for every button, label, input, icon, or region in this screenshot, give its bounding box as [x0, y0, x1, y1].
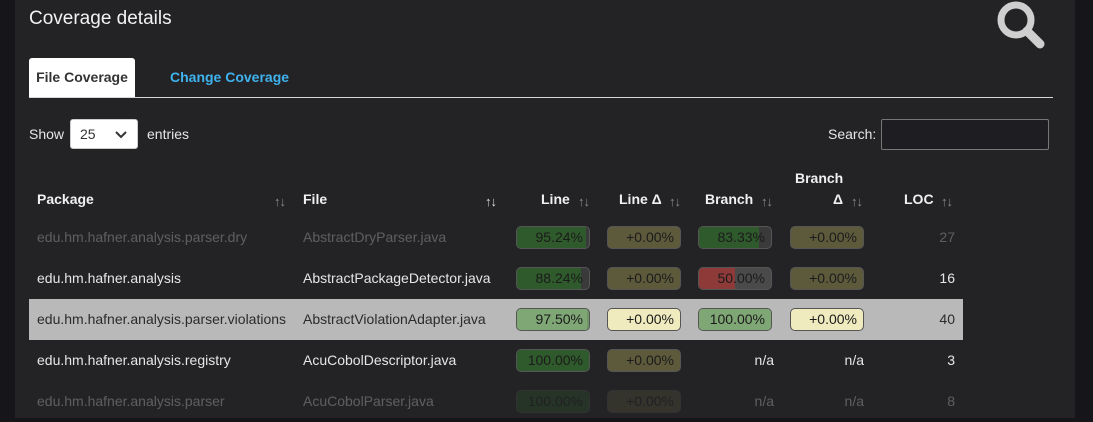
line-coverage-bar-text: 100.00%	[527, 393, 583, 409]
branch-coverage-bar-text: 83.33%	[717, 229, 765, 245]
line-coverage-bar: 100.00%	[516, 349, 590, 372]
entries-select[interactable]: 25	[70, 119, 138, 149]
sort-icon[interactable]: ↑↓	[851, 194, 863, 209]
line-coverage-bar: 97.50%	[516, 308, 590, 331]
entries-select-value: 25	[80, 126, 96, 142]
cell-file: AbstractDryParser.java	[303, 229, 447, 245]
cell-package: edu.hm.hafner.analysis.registry	[37, 352, 231, 368]
tab-file-coverage[interactable]: File Coverage	[29, 58, 135, 97]
cell-package: edu.hm.hafner.analysis.parser.violations	[37, 311, 287, 327]
col-header-branch-delta-top[interactable]: Branch	[795, 170, 843, 186]
table-row[interactable]: edu.hm.hafner.analysis.parser AcuCobolPa…	[29, 381, 963, 422]
col-header-branch-delta-bottom[interactable]: Δ	[833, 191, 843, 207]
line-coverage-bar-text: 88.24%	[535, 270, 583, 286]
loc-value: 3	[947, 352, 955, 368]
sort-icon[interactable]: ↑↓	[669, 194, 681, 209]
coverage-tabs: File Coverage Change Coverage	[29, 58, 1053, 98]
search-icon[interactable]	[992, 0, 1048, 50]
line-coverage-bar-text: 95.24%	[535, 229, 583, 245]
page-title: Coverage details	[29, 8, 172, 29]
branch-delta-badge: +0.00%	[790, 226, 864, 249]
branch-coverage-bar-text: 50.00%	[717, 270, 765, 286]
cell-file: AcuCobolParser.java	[303, 393, 434, 409]
entries-label: entries	[147, 126, 190, 142]
branch-coverage-bar: 100.00%	[698, 308, 772, 331]
col-header-package[interactable]: Package	[37, 191, 94, 207]
chevron-down-icon	[115, 131, 127, 139]
line-coverage-bar: 100.00%	[516, 390, 590, 413]
sort-icon[interactable]: ↑↓	[761, 194, 773, 209]
line-delta-badge: +0.00%	[607, 267, 681, 290]
search-input[interactable]	[881, 119, 1049, 150]
cell-file: AbstractPackageDetector.java	[303, 270, 491, 286]
branch-delta-badge: +0.00%	[790, 308, 864, 331]
sort-icon[interactable]: ↑↓	[578, 194, 590, 209]
tab-change-coverage[interactable]: Change Coverage	[153, 58, 306, 96]
branch-na: n/a	[754, 352, 774, 368]
branch-delta-badge: +0.00%	[790, 267, 864, 290]
line-coverage-bar-text: 100.00%	[527, 352, 583, 368]
loc-value: 16	[939, 270, 955, 286]
loc-value: 8	[947, 393, 955, 409]
line-delta-badge: +0.00%	[607, 390, 681, 413]
branch-coverage-bar: 83.33%	[698, 226, 772, 249]
show-label: Show	[29, 126, 65, 142]
branch-delta-na: n/a	[844, 352, 864, 368]
line-delta-badge: +0.00%	[607, 226, 681, 249]
branch-na: n/a	[754, 393, 774, 409]
sort-icon[interactable]: ↑↓	[941, 194, 953, 209]
branch-delta-na: n/a	[844, 393, 864, 409]
cell-file: AcuCobolDescriptor.java	[303, 352, 457, 368]
line-coverage-bar: 88.24%	[516, 267, 590, 290]
line-coverage-bar-text: 97.50%	[535, 311, 583, 327]
cell-file: AbstractViolationAdapter.java	[303, 311, 486, 327]
cell-package: edu.hm.hafner.analysis.parser.dry	[37, 229, 248, 245]
search-label: Search:	[828, 126, 877, 142]
col-header-branch[interactable]: Branch	[705, 191, 753, 207]
col-header-line-delta[interactable]: Line Δ	[619, 191, 662, 207]
cell-package: edu.hm.hafner.analysis	[37, 270, 181, 286]
loc-value: 27	[939, 229, 955, 245]
col-header-loc[interactable]: LOC	[904, 191, 934, 207]
table-row[interactable]: edu.hm.hafner.analysis.registry AcuCobol…	[29, 340, 963, 381]
col-header-file[interactable]: File	[303, 191, 327, 207]
sort-icon[interactable]: ↑↓	[274, 194, 286, 209]
line-coverage-bar: 95.24%	[516, 226, 590, 249]
sort-active-icon[interactable]: ↑↓	[485, 194, 497, 209]
loc-value: 40	[939, 311, 955, 327]
line-delta-badge: +0.00%	[607, 349, 681, 372]
branch-coverage-bar-text: 100.00%	[709, 311, 765, 327]
branch-coverage-bar: 50.00%	[698, 267, 772, 290]
line-delta-badge: +0.00%	[607, 308, 681, 331]
col-header-line[interactable]: Line	[541, 191, 570, 207]
cell-package: edu.hm.hafner.analysis.parser	[37, 393, 225, 409]
